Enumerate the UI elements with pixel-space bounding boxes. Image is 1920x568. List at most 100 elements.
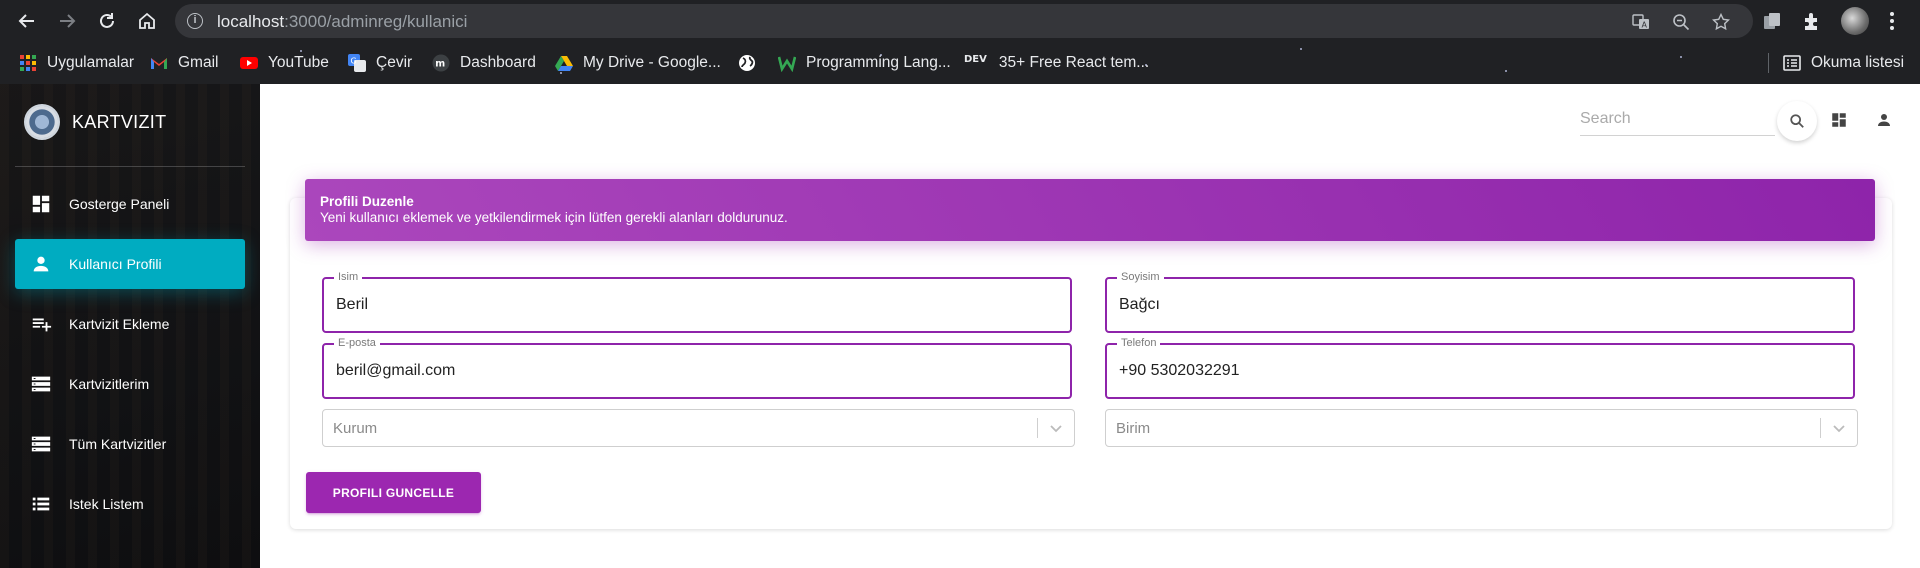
- extension-copy-icon[interactable]: [1761, 10, 1783, 32]
- phone-input[interactable]: [1119, 359, 1841, 383]
- list-icon: [30, 493, 52, 515]
- bookmark-label: Programming Lang...: [806, 54, 951, 71]
- unit-select[interactable]: Birim: [1105, 409, 1858, 447]
- sidebar-item-add-card[interactable]: Kartvizit Ekleme: [15, 299, 245, 349]
- home-icon: [139, 12, 155, 29]
- brand-name: KARTVIZIT: [72, 111, 167, 132]
- sidebar-item-label: Kullanıcı Profili: [69, 256, 162, 272]
- bookmark-youtube[interactable]: YouTube: [240, 50, 329, 76]
- bookmark-translate[interactable]: G Çevir: [348, 50, 412, 76]
- email-input[interactable]: [336, 359, 1058, 383]
- phone-label: Telefon: [1117, 336, 1161, 350]
- phone-field[interactable]: Telefon: [1105, 336, 1855, 399]
- sidebar-item-request-list[interactable]: Istek Listem: [15, 479, 245, 529]
- search-input[interactable]: [1580, 104, 1775, 134]
- zoom-out-icon[interactable]: [1672, 13, 1690, 31]
- dashboard-icon: [30, 193, 52, 215]
- arrow-left-icon: [18, 14, 34, 28]
- dashboard-site-icon: m: [432, 54, 450, 72]
- last-name-label: Soyisim: [1117, 270, 1164, 284]
- bookmark-label: Dashboard: [460, 54, 536, 71]
- gmail-icon: [151, 58, 167, 69]
- sidebar-item-label: Kartvizit Ekleme: [69, 316, 170, 332]
- chevron-down-icon[interactable]: [1047, 419, 1065, 437]
- unit-placeholder: Birim: [1116, 420, 1151, 437]
- svg-text:G: G: [351, 57, 357, 66]
- profile-card-header: Profili Duzenle Yeni kullanıcı eklemek v…: [305, 179, 1875, 241]
- address-url[interactable]: localhost:3000/adminreg/kullanici: [217, 12, 467, 32]
- select-separator: [1820, 418, 1821, 438]
- select-separator: [1037, 418, 1038, 438]
- first-name-input[interactable]: [336, 293, 1058, 317]
- bookmark-label: Uygulamalar: [47, 54, 135, 71]
- search-button[interactable]: [1777, 101, 1817, 141]
- reading-list-icon: [1783, 55, 1801, 71]
- brand-logo: [24, 104, 60, 140]
- bookmark-star-icon[interactable]: [1712, 13, 1730, 31]
- forward-button[interactable]: [52, 6, 82, 36]
- info-icon[interactable]: i: [187, 13, 203, 29]
- email-label: E-posta: [334, 336, 380, 350]
- sidebar-item-user-profile[interactable]: Kullanıcı Profili: [15, 239, 245, 289]
- back-button[interactable]: [12, 6, 42, 36]
- brand[interactable]: KARTVIZIT: [24, 104, 166, 140]
- bookmark-dashboard[interactable]: m Dashboard: [432, 50, 536, 76]
- dashboard-icon: [1832, 113, 1846, 127]
- browser-toolbar: i localhost:3000/adminreg/kullanici A: [0, 0, 1920, 42]
- last-name-field[interactable]: Soyisim: [1105, 270, 1855, 333]
- arrow-right-icon: [60, 14, 76, 28]
- playlist-add-icon: [30, 313, 52, 335]
- bookmark-label: YouTube: [268, 54, 329, 71]
- translate-page-icon[interactable]: A: [1632, 13, 1650, 31]
- profile-avatar[interactable]: [1841, 7, 1869, 35]
- youtube-icon: [240, 57, 258, 69]
- reload-button[interactable]: [92, 6, 122, 36]
- card-title: Profili Duzenle: [320, 194, 414, 209]
- home-button[interactable]: [132, 6, 162, 36]
- chevron-down-icon[interactable]: [1830, 419, 1848, 437]
- last-name-input[interactable]: [1119, 293, 1841, 317]
- reload-icon: [100, 13, 114, 28]
- card-subtitle: Yeni kullanıcı eklemek ve yetkilendirmek…: [320, 210, 788, 225]
- bookmark-globe[interactable]: [738, 50, 766, 76]
- dashboard-button[interactable]: [1828, 109, 1850, 131]
- bookmark-label: Gmail: [178, 54, 219, 71]
- more-vert-icon[interactable]: [1884, 10, 1900, 32]
- url-host: localhost: [217, 12, 285, 31]
- svg-text:m: m: [435, 59, 445, 70]
- svg-text:A: A: [1642, 21, 1648, 30]
- sidebar-item-all-cards[interactable]: Tüm Kartvizitler: [15, 419, 245, 469]
- email-field[interactable]: E-posta: [322, 336, 1072, 399]
- user-menu-button[interactable]: [1873, 109, 1895, 131]
- url-path: :3000/adminreg/kullanici: [284, 12, 468, 31]
- sidebar-divider: [15, 166, 245, 167]
- storage-icon: [30, 433, 52, 455]
- reading-list-label: Okuma listesi: [1811, 54, 1905, 71]
- bookmarks-bar: Uygulamalar Gmail YouTube G Çevir m Dash…: [0, 42, 1920, 84]
- sidebar-item-label: Tüm Kartvizitler: [69, 436, 167, 452]
- update-profile-button[interactable]: PROFILI GUNCELLE: [306, 472, 481, 513]
- bookmark-apps[interactable]: Uygulamalar: [19, 50, 134, 76]
- browser-chrome: i localhost:3000/adminreg/kullanici A Uy…: [0, 0, 1920, 84]
- bookmark-dev[interactable]: DEV 35+ Free React tem...: [964, 50, 1149, 76]
- address-bar[interactable]: i localhost:3000/adminreg/kullanici A: [175, 4, 1753, 38]
- sidebar-item-label: Istek Listem: [69, 496, 144, 512]
- storage-icon: [30, 373, 52, 395]
- sidebar-item-my-cards[interactable]: Kartvizitlerim: [15, 359, 245, 409]
- bookmark-drive[interactable]: My Drive - Google...: [555, 50, 721, 76]
- bookmark-label: My Drive - Google...: [583, 54, 721, 71]
- extensions-puzzle-icon[interactable]: [1801, 10, 1823, 32]
- sidebar: KARTVIZIT Gosterge Paneli Kullanıcı Prof…: [0, 84, 260, 568]
- bookmark-programming[interactable]: Programming Lang...: [778, 50, 951, 76]
- sidebar-item-dashboard[interactable]: Gosterge Paneli: [15, 179, 245, 229]
- reading-list-button[interactable]: Okuma listesi: [1783, 50, 1904, 76]
- institution-select[interactable]: Kurum: [322, 409, 1075, 447]
- w-site-icon: [778, 56, 796, 72]
- first-name-field[interactable]: Isim: [322, 270, 1072, 333]
- search-field[interactable]: [1580, 104, 1775, 136]
- institution-placeholder: Kurum: [333, 420, 378, 437]
- bookmark-gmail[interactable]: Gmail: [150, 50, 218, 76]
- search-icon: [1790, 114, 1804, 128]
- person-icon: [30, 253, 52, 275]
- person-icon: [1878, 114, 1890, 126]
